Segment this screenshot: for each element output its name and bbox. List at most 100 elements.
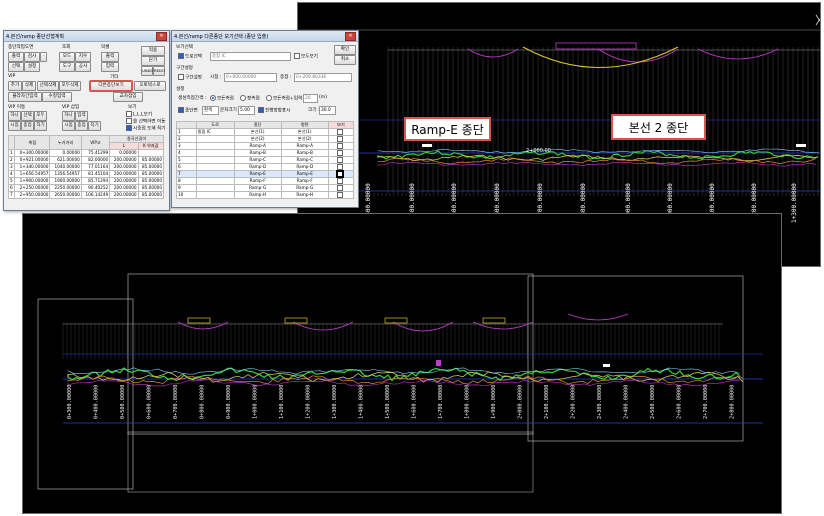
table-cell[interactable]: 6 xyxy=(176,163,197,171)
show-checkbox[interactable] xyxy=(327,177,355,185)
table-cell[interactable]: 200.00000 xyxy=(109,163,139,171)
vip-delete-button[interactable]: 삭제 xyxy=(22,81,36,91)
interval-field[interactable]: 20 xyxy=(303,94,318,103)
table-row[interactable]: 2 0+921.00000 621.00000 82.00000 200.00000 85… xyxy=(7,156,165,164)
show-all-checkbox[interactable]: 모두보기 xyxy=(294,53,318,60)
table-cell[interactable]: 200.00000 xyxy=(109,184,139,192)
table-cell[interactable] xyxy=(195,191,235,199)
table-cell[interactable]: 종점 IC xyxy=(195,128,235,136)
select-button[interactable]: 선택 xyxy=(8,62,24,72)
station-note-checkbox[interactable]: 시중점 도해 적기 xyxy=(126,125,166,132)
show-checkbox[interactable] xyxy=(327,170,355,178)
table-cell[interactable]: 82.00000 xyxy=(80,156,111,164)
table-cell[interactable]: 106.14249 xyxy=(80,191,111,199)
auto-box-button[interactable]: 오토박스로 xyxy=(134,81,166,91)
vip-move-start-button[interactable]: 시점 xyxy=(8,121,21,131)
show-checkbox[interactable] xyxy=(327,184,355,192)
undo-button[interactable]: UNDO xyxy=(141,66,154,76)
road-select-dropdown[interactable]: 종점 IC xyxy=(210,52,291,61)
mode-button[interactable]: 모드 xyxy=(59,52,75,62)
table-cell[interactable]: 85.71294 xyxy=(80,177,111,185)
size-field[interactable]: 30.0 xyxy=(319,106,336,115)
table-cell[interactable]: Ramp-A xyxy=(233,142,282,150)
table-cell[interactable]: 1+656.54957 xyxy=(14,170,51,178)
table-cell[interactable]: 10 xyxy=(176,191,197,199)
table-cell[interactable]: Ramp-D xyxy=(233,163,282,171)
table-cell[interactable]: 0+921.00000 xyxy=(14,156,51,164)
modify-input-button[interactable]: 수정입력 xyxy=(42,92,72,102)
show-checkbox[interactable] xyxy=(327,149,355,157)
apply-button[interactable]: 적용 xyxy=(141,46,165,56)
vip-insert-start-button[interactable]: 시점 xyxy=(62,121,75,131)
table-cell[interactable]: 81.45104 xyxy=(80,170,111,178)
table-row[interactable]: 3 Ramp-A Ramp-A xyxy=(176,142,355,150)
table-cell[interactable]: Ramp-E xyxy=(280,170,329,178)
vip-move-all-button[interactable]: 모두 xyxy=(34,111,47,121)
table-cell[interactable]: 9 xyxy=(176,184,197,192)
ok-button[interactable]: 확인 xyxy=(334,45,356,55)
table-cell[interactable]: 85.00000 xyxy=(137,177,165,185)
table-cell[interactable]: 1040.00000 xyxy=(49,163,82,171)
table-cell[interactable]: Ramp-H xyxy=(280,191,329,199)
redo-button[interactable]: REDO xyxy=(153,66,165,76)
check-button[interactable]: 검사 xyxy=(24,52,40,62)
table-cell[interactable]: Ramp-H xyxy=(233,191,282,199)
table-cell[interactable]: Ramp-G xyxy=(280,184,329,192)
table-row[interactable]: 4 Ramp-B Ramp-B xyxy=(176,149,355,157)
station-plus-input-radio[interactable]: 모든측점+입력 xyxy=(266,95,302,102)
table-cell[interactable]: 2650.00000 xyxy=(49,191,82,199)
table-cell[interactable] xyxy=(195,135,235,143)
print-button[interactable]: 출력 xyxy=(8,52,24,62)
setting-button[interactable]: 설정 xyxy=(24,62,40,72)
table-cell[interactable]: Ramp-B xyxy=(233,149,282,157)
table-row[interactable]: 5 1+900.00000 1900.00000 85.71294 200.00000 8… xyxy=(7,177,165,185)
table-cell[interactable] xyxy=(195,156,235,164)
table-row[interactable]: 7 Ramp-E Ramp-E xyxy=(176,170,355,178)
tool-button[interactable]: 도구 xyxy=(59,62,75,72)
table-cell[interactable] xyxy=(195,163,235,171)
table-cell[interactable]: 1356.54957 xyxy=(49,170,82,178)
input-button[interactable]: 입력 xyxy=(101,62,119,72)
table-cell[interactable]: 1900.00000 xyxy=(49,177,82,185)
copy-button[interactable]: 공사 xyxy=(75,62,91,72)
table-cell[interactable]: 8 xyxy=(176,177,197,185)
table-cell[interactable]: 200.00000 xyxy=(109,156,139,164)
table-cell[interactable]: Ramp-F xyxy=(233,177,282,185)
cancel-button[interactable]: 취소 xyxy=(334,55,356,65)
other-profile-view-button[interactable]: 다른종단보기 xyxy=(90,81,132,91)
table-cell[interactable]: 본선(2) xyxy=(280,135,329,143)
table-cell[interactable]: 본선(1) xyxy=(280,128,329,136)
table-row[interactable]: 5 Ramp-C Ramp-C xyxy=(176,156,355,164)
direction-checkbox[interactable]: 진행방향표시 xyxy=(258,107,290,114)
vip-table[interactable]: 측점 누가거리 VIP고 종곡선길이 L K 약자값 1 0+300.00000 0… xyxy=(7,135,165,199)
table-cell[interactable]: 85.00000 xyxy=(137,156,165,164)
table-cell[interactable]: 1+900.00000 xyxy=(14,177,51,185)
table-cell[interactable]: 85.00000 xyxy=(137,163,165,171)
full-station-radio[interactable]: 정측점 xyxy=(240,95,260,102)
table-cell[interactable]: 1+340.00000 xyxy=(14,163,51,171)
vip-move-one-button[interactable]: 하나 xyxy=(8,111,21,121)
table-row[interactable]: 10 Ramp-H Ramp-H xyxy=(176,191,355,199)
table-cell[interactable]: 본선(2) xyxy=(233,135,282,143)
show-checkbox[interactable] xyxy=(327,156,355,164)
show-checkbox[interactable] xyxy=(327,191,355,199)
close-icon[interactable]: ✕ xyxy=(156,31,167,41)
table-cell[interactable]: 85.00000 xyxy=(137,191,165,199)
table-row[interactable]: 1 0+300.00000 0.00000 75.41299 0.00000 xyxy=(7,149,165,157)
select-move-checkbox[interactable]: 을 선택하면 이동 xyxy=(126,118,166,125)
vip-add-button[interactable]: 추가 xyxy=(8,81,22,91)
table-row[interactable]: 6 Ramp-D Ramp-D xyxy=(176,163,355,171)
other-profile-titlebar[interactable]: 4.본선/ramp 다른종단 보기선택 (종단 입출) ✕ xyxy=(172,31,358,42)
table-row[interactable]: 3 1+340.00000 1040.00000 77.01164 200.00000 8… xyxy=(7,163,165,171)
table-cell[interactable]: Ramp-D xyxy=(280,163,329,171)
table-cell[interactable]: 77.01164 xyxy=(80,163,111,171)
ll-view-checkbox[interactable]: L.L.L보기 xyxy=(126,111,152,118)
table-cell[interactable]: 90.40252 xyxy=(80,184,111,192)
vip-move-end-button[interactable]: 종점 xyxy=(21,121,34,131)
table-cell[interactable]: 200.00000 xyxy=(109,191,139,199)
table-cell[interactable]: 200.00000 xyxy=(109,177,139,185)
table-row[interactable]: 2 본선(2) 본선(2) xyxy=(176,135,355,143)
table-cell[interactable] xyxy=(195,170,235,178)
profile-select-table[interactable]: 도로 종단 평면 보기 1 종점 IC 본선(1) 본선(1) 2 본선(2) 본선(2) 3… xyxy=(176,121,355,199)
table-cell[interactable]: 0+300.00000 xyxy=(14,149,51,157)
